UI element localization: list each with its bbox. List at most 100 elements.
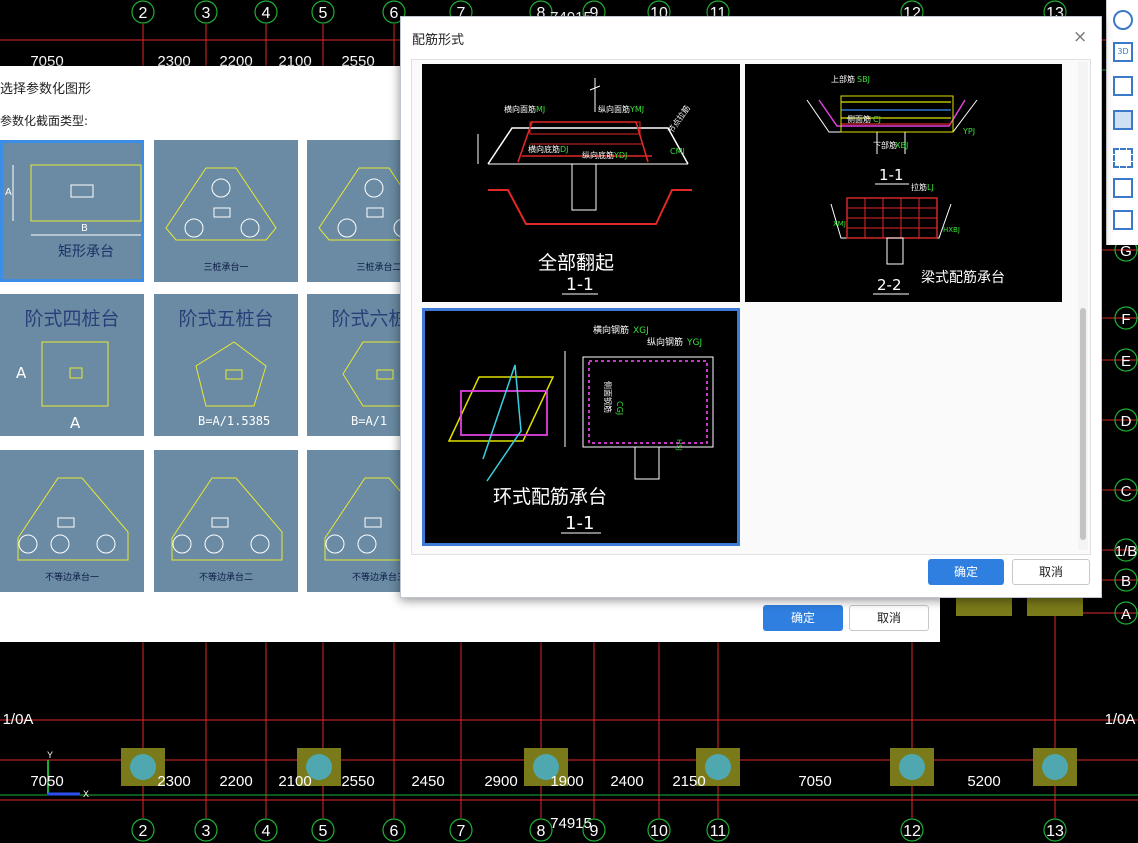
axis-letter: B (1121, 573, 1131, 590)
rebar-ok-button[interactable]: 确定 (928, 559, 1004, 585)
svg-text:侧面筋: 侧面筋 (847, 114, 871, 124)
shape-cancel-button[interactable]: 取消 (849, 605, 929, 631)
3d-label: 3D (1117, 47, 1129, 56)
shape-cell[interactable]: 阶式六桩台 B=A/1 (307, 294, 400, 436)
scrollbar-thumb[interactable] (1080, 308, 1086, 540)
dim-bottom: 5200 (967, 773, 1000, 790)
shape-grid: 矩形承台 A B 三桩承台一 三桩承台二 阶式四桩台 A A 阶式五桩台 B=A/1.5385… (0, 136, 400, 596)
dim-bottom: 2550 (341, 773, 374, 790)
dialog-title: 配筋形式 (412, 33, 465, 48)
svg-text:YGJ: YGJ (686, 338, 702, 348)
axis-letter: A (1121, 606, 1131, 623)
axis-letter: G (1120, 243, 1132, 260)
shape-dim: A (70, 414, 81, 432)
svg-text:YPJ: YPJ (962, 127, 975, 136)
shape-cell[interactable]: 阶式五桩台 B=A/1.5385 (154, 294, 298, 436)
dim-bottom: 2150 (672, 773, 705, 790)
cube-icon[interactable] (1113, 76, 1133, 96)
close-icon[interactable]: × (1073, 27, 1087, 47)
shape-cell[interactable]: 三桩承台二 (307, 140, 400, 282)
shape-cell[interactable]: 三桩承台一 (154, 140, 298, 282)
pile-circle (705, 754, 731, 780)
dim-bottom: 2200 (219, 773, 252, 790)
shape-label: 阶式四桩台 (24, 308, 120, 330)
box-select-icon[interactable] (1113, 178, 1133, 198)
svg-text:节点拉筋: 节点拉筋 (665, 103, 692, 135)
axis-number-bottom: 7 (457, 823, 466, 840)
svg-text:下部筋: 下部筋 (873, 140, 897, 150)
dialog-title: 选择参数化图形 (0, 82, 92, 97)
pile-cap[interactable] (1027, 596, 1083, 616)
svg-text:XBJ: XBJ (895, 141, 908, 150)
rebar-caption: 环式配筋承台 (493, 486, 607, 508)
svg-text:纵向钢筋: 纵向钢筋 (647, 336, 683, 348)
shape-label: 三桩承台一 (203, 263, 249, 273)
svg-text:HSJ: HSJ (675, 439, 683, 451)
svg-text:横向钢筋: 横向钢筋 (593, 324, 629, 336)
dim-bottom: 2400 (610, 773, 643, 790)
svg-text:XGJ: XGJ (633, 326, 649, 336)
rebar-option-ring[interactable]: 横向钢筋 XGJ 纵向钢筋 YGJ 侧面钢筋 CGJ HSJ 环式配筋承台 1-… (422, 308, 740, 546)
axis-number-bottom: 4 (262, 823, 271, 840)
shape-cell[interactable]: 不等边承台一 (0, 450, 144, 592)
shape-dim-a: A (5, 187, 12, 198)
pile-cap[interactable] (956, 596, 1012, 616)
axis-number-bottom: 2 (139, 823, 148, 840)
options-scrollbar[interactable] (1078, 62, 1088, 550)
svg-text:YMJ: YMJ (629, 105, 644, 114)
shape-cell[interactable]: 阶式四桩台 A A (0, 294, 144, 436)
svg-text:纵向底筋: 纵向底筋 (582, 150, 614, 160)
3d-view-icon[interactable]: 3D (1113, 42, 1133, 62)
shape-label: 不等边承台一 (44, 573, 99, 583)
svg-text:MJ: MJ (536, 105, 545, 114)
table-view-icon[interactable] (1113, 210, 1133, 230)
shape-label: 三桩承台二 (356, 263, 400, 273)
axis-number-bottom: 5 (319, 823, 328, 840)
rebar-diagram: 上部筋 SBJ 侧面筋 CJ 下部筋 XBJ YPJ 1-1 拉筋 LJ XMJ… (806, 74, 1005, 295)
axis-number-bottom: 13 (1046, 823, 1064, 840)
shape-dim: A (16, 364, 27, 382)
svg-text:SBJ: SBJ (857, 75, 870, 84)
svg-text:LJ: LJ (927, 183, 934, 192)
axis-letter: C (1121, 483, 1132, 500)
svg-text:侧面钢筋: 侧面钢筋 (603, 381, 613, 413)
section-type-label: 参数化截面类型: (0, 114, 89, 128)
dim-bottom: 1900 (550, 773, 583, 790)
rebar-diagram: 横向钢筋 XGJ 纵向钢筋 YGJ 侧面钢筋 CGJ HSJ 环式配筋承台 1-… (447, 324, 714, 534)
svg-text:横向面筋: 横向面筋 (504, 104, 536, 114)
svg-text:上部筋: 上部筋 (831, 74, 855, 84)
axis-number-top: 3 (202, 5, 211, 22)
dim-bottom: 2100 (278, 773, 311, 790)
svg-text:CMJ: CMJ (670, 147, 685, 156)
shape-cell[interactable]: 矩形承台 A B (0, 140, 144, 282)
ucs-x-label: X (83, 789, 89, 799)
dim-total-bottom: 74915 (550, 815, 592, 832)
dim-bottom: 7050 (30, 773, 63, 790)
shape-cell[interactable]: 不等边承台三 (307, 450, 400, 592)
shape-dim-b: B (81, 223, 88, 234)
rebar-options-panel: 横向面筋 MJ 纵向面筋 YMJ 横向底筋 DJ 纵向底筋 YDJ CMJ 节点… (411, 59, 1091, 555)
svg-text:HXBJ: HXBJ (943, 226, 960, 234)
dim-bottom: 7050 (798, 773, 831, 790)
svg-text:纵向面筋: 纵向面筋 (598, 104, 630, 114)
axis-number-bottom: 10 (650, 823, 668, 840)
select-frame-icon[interactable] (1113, 148, 1133, 168)
rebar-diagram: 横向面筋 MJ 纵向面筋 YMJ 横向底筋 DJ 纵向底筋 YDJ CMJ 节点… (477, 78, 692, 295)
dim-bottom: 2450 (411, 773, 444, 790)
rebar-cancel-button[interactable]: 取消 (1012, 559, 1090, 585)
axis-number-bottom: 12 (903, 823, 921, 840)
axis-number-bottom: 11 (710, 823, 727, 840)
rebar-option-full-bent[interactable]: 横向面筋 MJ 纵向面筋 YMJ 横向底筋 DJ 纵向底筋 YDJ CMJ 节点… (422, 64, 740, 302)
pile-circle (899, 754, 925, 780)
shape-icon[interactable] (1113, 10, 1133, 30)
pile-circle (130, 754, 156, 780)
shape-cell[interactable]: 不等边承台二 (154, 450, 298, 592)
rebar-section-label: 1-1 (566, 275, 594, 295)
axis-number-top: 5 (319, 5, 328, 22)
axis-number-top: 2 (139, 5, 148, 22)
rebar-option-beam[interactable]: 上部筋 SBJ 侧面筋 CJ 下部筋 XBJ YPJ 1-1 拉筋 LJ XMJ… (745, 64, 1062, 302)
axis-number-top: 6 (390, 5, 399, 22)
dim-bottom: 2300 (157, 773, 190, 790)
solid-cube-icon[interactable] (1113, 110, 1133, 130)
shape-ok-button[interactable]: 确定 (763, 605, 843, 631)
